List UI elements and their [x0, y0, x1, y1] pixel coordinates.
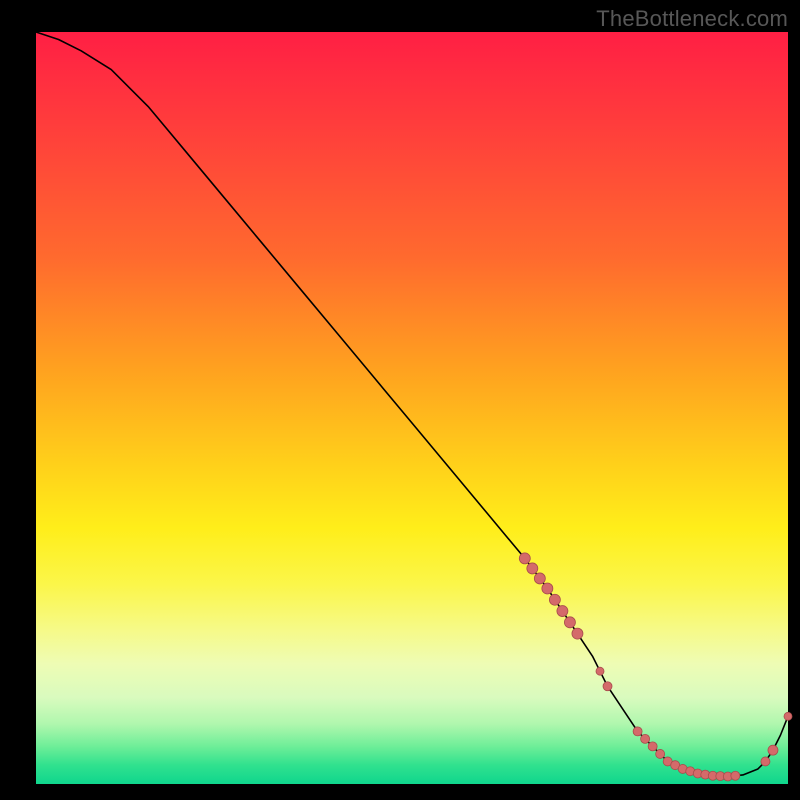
curve-markers	[519, 553, 792, 781]
watermark-text: TheBottleneck.com	[596, 6, 788, 32]
curve-marker	[648, 742, 657, 751]
curve-marker	[603, 682, 612, 691]
curve-marker	[557, 606, 568, 617]
curve-marker	[542, 583, 553, 594]
curve-marker	[564, 617, 575, 628]
plot-area	[36, 32, 788, 784]
chart-root: TheBottleneck.com	[0, 0, 800, 800]
curve-marker	[768, 745, 778, 755]
curve-marker	[761, 757, 770, 766]
curve-marker	[596, 667, 604, 675]
curve-marker	[534, 573, 545, 584]
curve-layer	[36, 32, 788, 784]
curve-marker	[527, 563, 538, 574]
curve-marker	[731, 771, 740, 780]
bottleneck-curve	[36, 32, 788, 776]
curve-marker	[656, 749, 665, 758]
curve-marker	[633, 727, 642, 736]
curve-marker	[519, 553, 530, 564]
curve-marker	[549, 594, 560, 605]
curve-marker	[784, 712, 792, 720]
curve-marker	[572, 628, 583, 639]
curve-marker	[641, 734, 650, 743]
